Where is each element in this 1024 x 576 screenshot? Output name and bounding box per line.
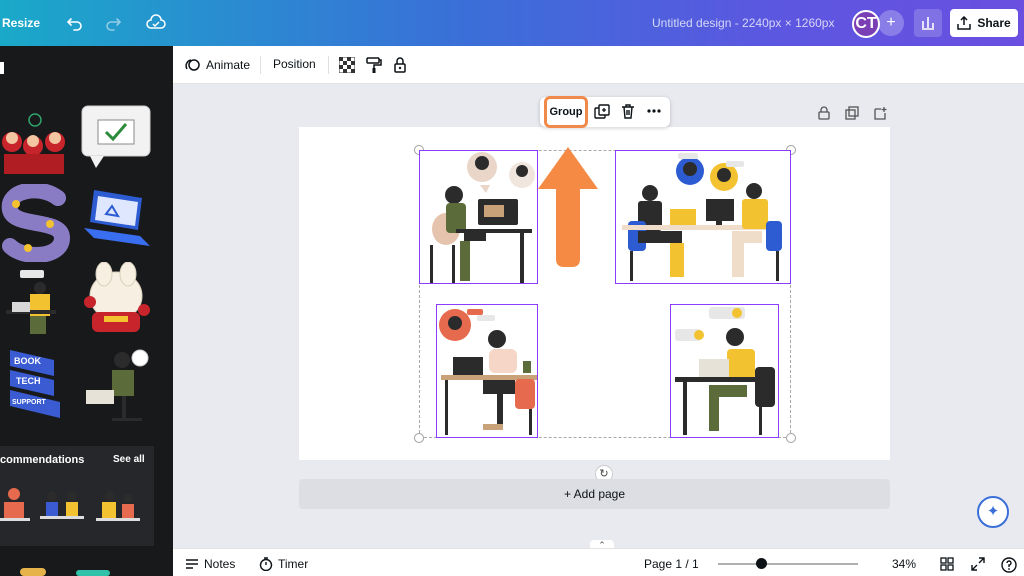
toolbar-divider <box>260 56 261 74</box>
copy-style-button[interactable] <box>366 57 382 73</box>
page-indicator[interactable]: Page 1 / 1 <box>644 557 699 571</box>
tile-check-speech-bubble[interactable] <box>78 102 154 176</box>
tile-lucky-rabbit[interactable] <box>78 261 154 344</box>
lock-page-icon[interactable] <box>817 106 831 120</box>
insights-button[interactable] <box>914 9 942 37</box>
notes-icon <box>186 559 198 569</box>
add-page-button[interactable]: + Add page <box>299 479 890 509</box>
lock-icon <box>394 57 406 73</box>
redo-icon[interactable] <box>104 14 122 32</box>
toolbar-divider <box>328 56 329 74</box>
see-all-link[interactable]: See all <box>113 454 145 465</box>
add-collaborator-button[interactable]: + <box>878 10 904 36</box>
tile-remote-worker[interactable] <box>0 266 70 342</box>
add-page-icon[interactable] <box>873 106 887 120</box>
grid-view-icon[interactable] <box>940 557 954 571</box>
position-label: Position <box>273 57 316 71</box>
duplicate-page-icon[interactable] <box>845 106 859 120</box>
svg-text:TECH: TECH <box>16 376 41 386</box>
tile-support-agent[interactable] <box>82 346 152 426</box>
svg-text:BOOK: BOOK <box>14 356 42 366</box>
illustration-support-worker-desk[interactable] <box>670 304 779 438</box>
tile-laptop-warning[interactable] <box>80 184 154 254</box>
trash-icon[interactable] <box>620 103 636 119</box>
animate-icon <box>185 59 200 71</box>
editor-toolbar: Animate Position <box>173 46 1024 84</box>
timer-icon <box>259 557 273 571</box>
arrow-annotation <box>536 145 600 269</box>
duplicate-icon[interactable] <box>594 104 610 120</box>
timer-button[interactable]: Timer <box>259 557 308 571</box>
notes-label: Notes <box>204 557 236 571</box>
bottom-bar: Notes Timer Page 1 / 1 34% <box>173 548 1024 576</box>
more-options-icon[interactable] <box>646 103 662 119</box>
panel-heading-fragment <box>0 62 4 74</box>
help-icon[interactable] <box>1001 557 1017 573</box>
rec-tile-office-team-a[interactable] <box>0 484 32 534</box>
notes-button[interactable]: Notes <box>185 557 235 571</box>
illustration-team-meeting-desk[interactable] <box>615 150 791 284</box>
tile-letter-s-balloon[interactable] <box>0 182 72 263</box>
upload-icon <box>957 16 972 30</box>
rec-tile-partial-a[interactable] <box>20 568 46 576</box>
resize-handle-bottom-right[interactable] <box>786 433 796 443</box>
illustration-woman-video-call[interactable] <box>419 150 538 284</box>
recommendations-title: commendations <box>0 454 85 466</box>
bar-chart-icon <box>922 17 934 30</box>
lock-button[interactable] <box>392 57 408 73</box>
user-avatar[interactable]: CT <box>852 10 880 38</box>
rec-tile-partial-b[interactable] <box>76 570 110 576</box>
document-title[interactable]: Untitled design - 2240px × 1260px <box>652 16 834 30</box>
position-button[interactable]: Position <box>273 57 316 71</box>
paint-roller-icon <box>366 57 382 73</box>
zoom-slider-thumb[interactable] <box>755 558 767 569</box>
fullscreen-icon[interactable] <box>971 557 985 571</box>
tile-new-year-kids[interactable] <box>0 108 70 180</box>
timer-label: Timer <box>278 557 309 571</box>
share-button[interactable]: Share <box>950 9 1018 37</box>
top-bar: Resize Untitled design - 2240px × 1260px… <box>0 0 1024 46</box>
animate-label: Animate <box>206 58 251 72</box>
rec-tile-office-team-c[interactable] <box>94 486 142 536</box>
animate-button[interactable]: Animate <box>185 57 250 73</box>
rec-tile-office-team-b[interactable] <box>38 486 86 532</box>
tile-book-tech-support-sign[interactable]: BOOK TECH SUPPORT <box>6 346 66 428</box>
checkerboard-icon <box>339 57 355 73</box>
undo-icon[interactable] <box>66 14 84 32</box>
zoom-level[interactable]: 34% <box>892 557 916 571</box>
resize-button[interactable]: Resize <box>2 16 40 30</box>
transparency-button[interactable] <box>339 57 355 73</box>
group-button[interactable]: Group <box>544 96 588 128</box>
magic-assistant-icon[interactable]: ✦ <box>977 496 1009 528</box>
share-label: Share <box>977 16 1011 30</box>
illustration-woman-laptop-chat[interactable] <box>436 304 538 438</box>
resize-handle-bottom-left[interactable] <box>414 433 424 443</box>
svg-text:SUPPORT: SUPPORT <box>12 399 47 406</box>
cloud-saved-icon[interactable] <box>146 14 166 32</box>
zoom-slider-track[interactable] <box>718 563 858 565</box>
